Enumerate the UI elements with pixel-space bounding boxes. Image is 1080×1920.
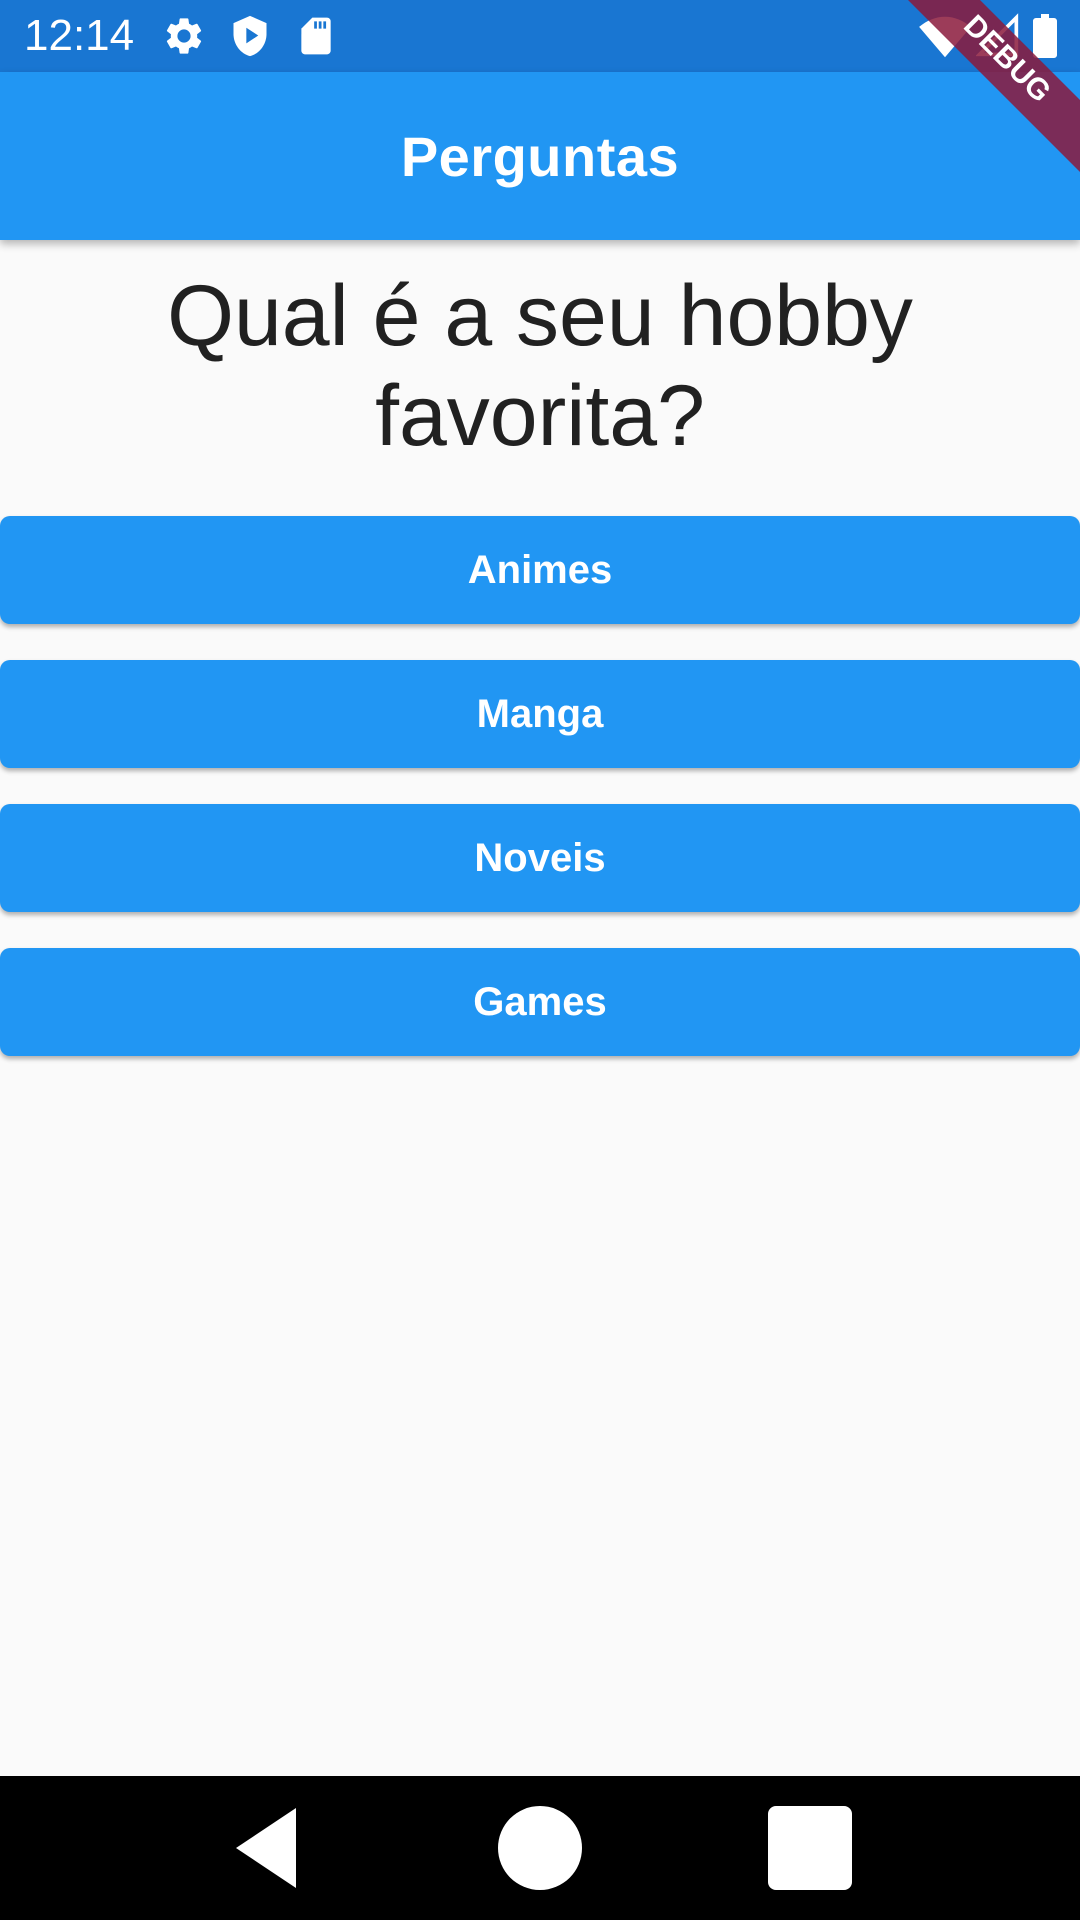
answer-button-animes[interactable]: Animes bbox=[0, 516, 1080, 624]
gear-icon bbox=[166, 18, 202, 54]
navigation-bar bbox=[0, 1776, 1080, 1920]
status-bar: 12:14 bbox=[0, 0, 1080, 72]
app-bar: Perguntas bbox=[0, 72, 1080, 240]
question-text: Qual é a seu hobby favorita? bbox=[167, 268, 913, 464]
back-icon[interactable] bbox=[220, 1800, 316, 1896]
home-icon[interactable] bbox=[492, 1800, 588, 1896]
answer-button-manga[interactable]: Manga bbox=[0, 660, 1080, 768]
wifi-icon bbox=[919, 16, 971, 58]
sd-card-icon bbox=[301, 17, 331, 55]
answer-button-games[interactable]: Games bbox=[0, 948, 1080, 1056]
app-title: Perguntas bbox=[400, 124, 680, 188]
battery-icon bbox=[1033, 14, 1057, 58]
status-time: 12:14 bbox=[24, 11, 135, 60]
shield-play-icon bbox=[233, 15, 267, 57]
signal-icon bbox=[976, 13, 1019, 57]
answer-button-noveis[interactable]: Noveis bbox=[0, 804, 1080, 912]
recents-icon[interactable] bbox=[762, 1800, 858, 1896]
